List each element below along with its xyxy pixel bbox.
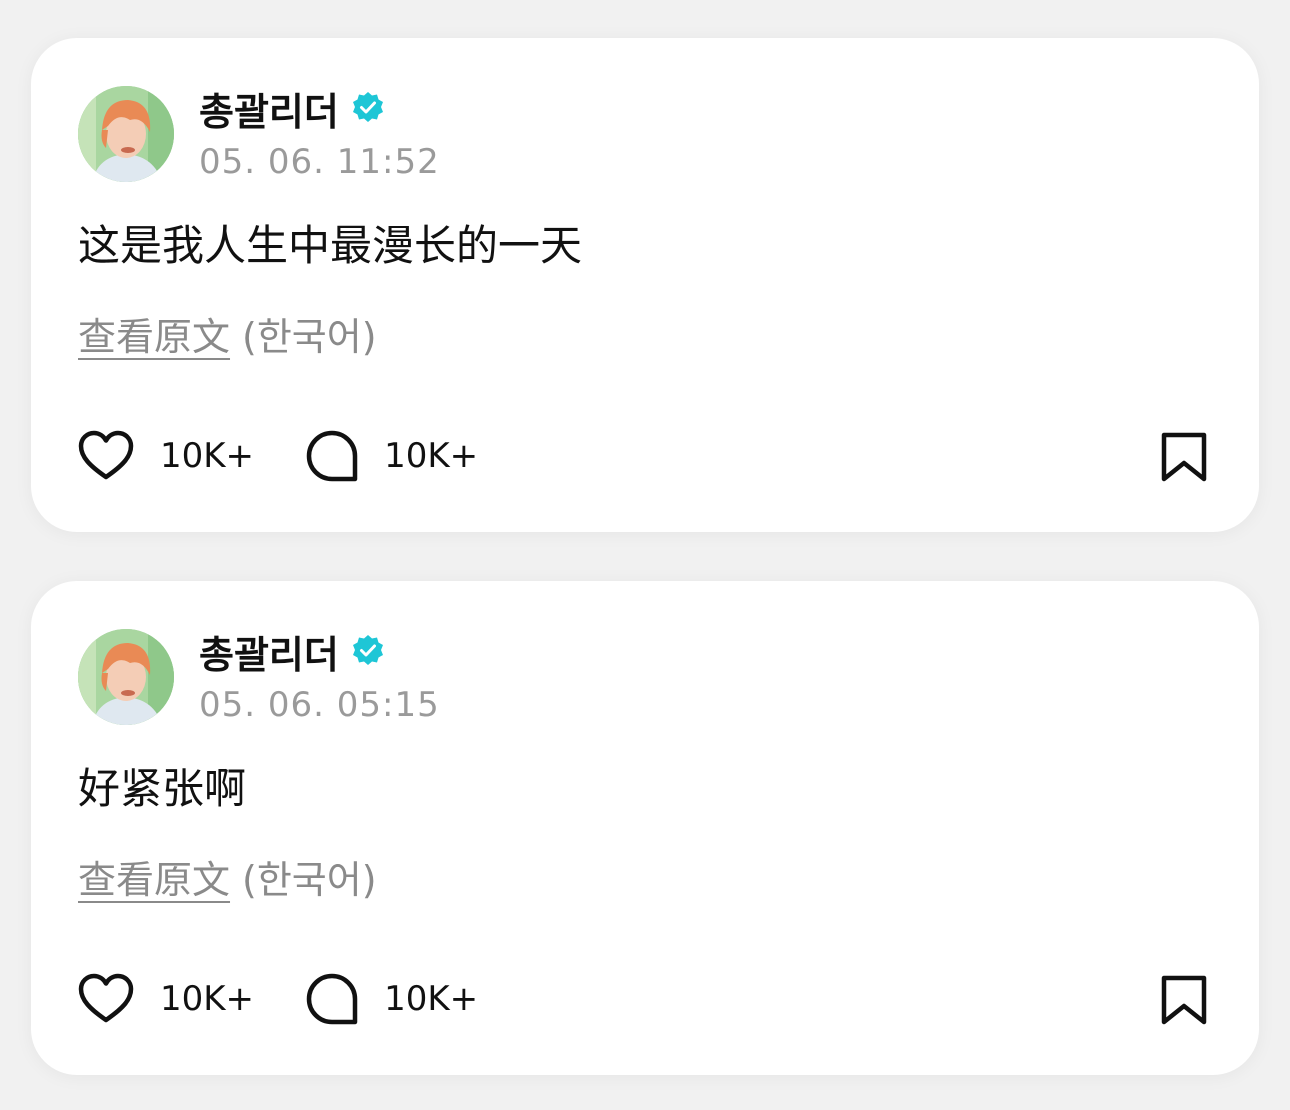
verified-badge-icon xyxy=(352,635,383,665)
like-count: 10K+ xyxy=(160,436,255,476)
post-card: 총괄리더 05. 06. 05:15 好紧张啊 查看原文 (한국어) 10K+ xyxy=(31,581,1259,1075)
bookmark-button[interactable] xyxy=(1160,432,1208,486)
heart-outline-icon xyxy=(78,430,134,480)
heart-outline-icon xyxy=(78,973,134,1023)
bookmark-outline-icon xyxy=(1161,975,1207,1025)
author-row: 총괄리더 xyxy=(199,84,385,134)
post-feed: 총괄리더 05. 06. 11:52 这是我人生中最漫长的一天 查看原文 (한국… xyxy=(0,0,1290,1110)
speech-bubble-outline-icon xyxy=(306,430,358,482)
author-name[interactable]: 총괄리더 xyxy=(199,624,339,679)
post-text: 好紧张啊 xyxy=(78,764,247,813)
bookmark-button[interactable] xyxy=(1160,975,1208,1029)
avatar[interactable] xyxy=(78,86,174,182)
author-row: 총괄리더 xyxy=(199,627,385,677)
bookmark-outline-icon xyxy=(1161,432,1207,482)
speech-bubble-outline-icon xyxy=(306,973,358,1025)
like-button[interactable]: 10K+ xyxy=(78,430,254,482)
avatar[interactable] xyxy=(78,629,174,725)
translate-row: 查看原文 (한국어) xyxy=(78,306,377,361)
view-original-link[interactable]: 查看原文 xyxy=(78,849,230,904)
verified-badge-icon xyxy=(352,92,383,122)
comment-button[interactable]: 10K+ xyxy=(306,973,478,1025)
original-language-label: (한국어) xyxy=(242,315,377,359)
post-text: 这是我人生中最漫长的一天 xyxy=(78,221,583,270)
post-timestamp: 05. 06. 05:15 xyxy=(199,685,440,725)
author-name[interactable]: 총괄리더 xyxy=(199,81,339,136)
comment-count: 10K+ xyxy=(384,979,479,1019)
comment-button[interactable]: 10K+ xyxy=(306,430,478,482)
comment-count: 10K+ xyxy=(384,436,479,476)
like-count: 10K+ xyxy=(160,979,255,1019)
post-timestamp: 05. 06. 11:52 xyxy=(199,142,440,182)
post-actions: 10K+ 10K+ xyxy=(78,428,1208,484)
post-card: 총괄리더 05. 06. 11:52 这是我人生中最漫长的一天 查看原文 (한국… xyxy=(31,38,1259,532)
post-actions: 10K+ 10K+ xyxy=(78,971,1208,1027)
original-language-label: (한국어) xyxy=(242,858,377,902)
view-original-link[interactable]: 查看原文 xyxy=(78,306,230,361)
translate-row: 查看原文 (한국어) xyxy=(78,849,377,904)
like-button[interactable]: 10K+ xyxy=(78,973,254,1025)
